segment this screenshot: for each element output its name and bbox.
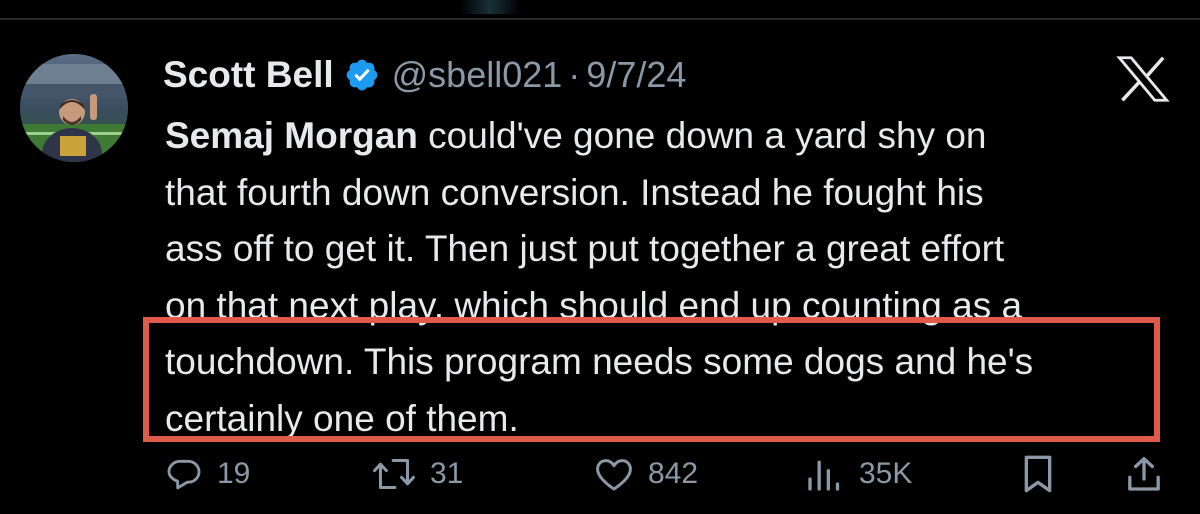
author-name[interactable]: Scott Bell — [163, 54, 334, 96]
like-count: 842 — [648, 457, 699, 490]
reply-button[interactable]: 19 — [165, 448, 250, 500]
avatar-photo — [20, 54, 128, 162]
tweet-text-line: ass off to get it. Then just put togethe… — [165, 228, 1005, 269]
retweet-count: 31 — [430, 457, 464, 490]
share-icon — [1128, 457, 1160, 491]
highlight-annotation-box — [143, 317, 1160, 442]
tweet-text-segment: could've gone down a yard shy on — [417, 115, 987, 156]
mentioned-player[interactable]: Semaj Morgan — [165, 115, 418, 156]
avatar[interactable] — [20, 54, 128, 162]
verified-badge-icon — [346, 59, 378, 91]
author-handle[interactable]: @sbell021 — [392, 54, 563, 96]
views-icon — [808, 460, 840, 491]
tweet-text-line: that fourth down conversion. Instead he … — [165, 171, 984, 213]
top-divider — [0, 0, 1200, 20]
tweet-header: Scott Bell @sbell021 · 9/7/24 — [163, 50, 686, 100]
header-separator: · — [568, 54, 581, 95]
tweet-text-line: Semaj Morgan could've gone down a yard s… — [165, 108, 1165, 165]
views-count: 35K — [859, 457, 913, 490]
like-button[interactable]: 842 — [594, 448, 698, 500]
x-logo-icon — [1116, 56, 1170, 102]
views-button[interactable]: 35K — [805, 448, 912, 500]
heart-icon — [596, 459, 632, 491]
reply-icon — [167, 459, 201, 490]
tweet-date[interactable]: 9/7/24 — [586, 54, 686, 96]
top-edge-artifact — [460, 0, 520, 14]
bookmark-icon — [1024, 455, 1052, 493]
bookmark-button[interactable] — [1020, 448, 1056, 500]
reply-count: 19 — [217, 457, 251, 490]
retweet-button[interactable]: 31 — [372, 448, 463, 500]
share-button[interactable] — [1124, 448, 1164, 500]
tweet-action-bar: 19 31 842 35K — [0, 448, 1200, 500]
retweet-icon — [373, 458, 415, 490]
